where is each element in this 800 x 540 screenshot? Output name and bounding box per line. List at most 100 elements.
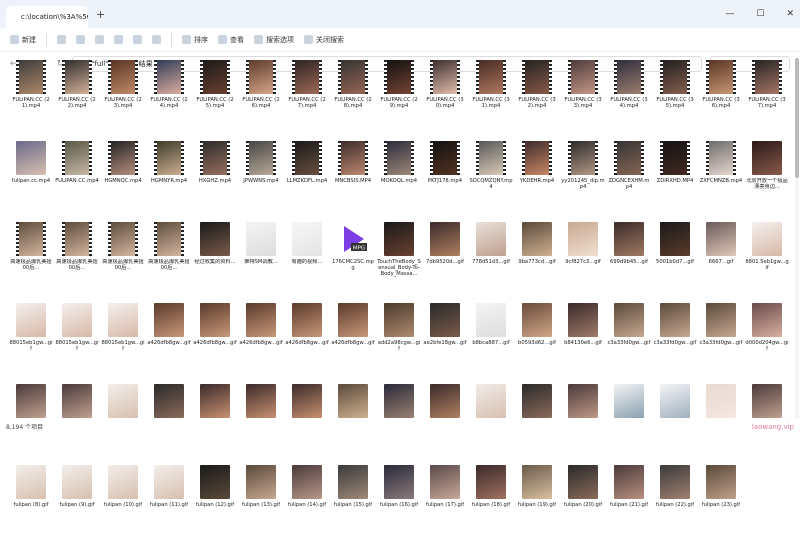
file-item[interactable]: 8801 5eb1gw...gif bbox=[744, 220, 790, 297]
file-item[interactable]: TouchTheBody_Sensual_Body-To-Body_Massa.… bbox=[376, 220, 422, 297]
file-item[interactable]: 5001b0d7...gif bbox=[652, 220, 698, 297]
copy-icon[interactable] bbox=[76, 35, 85, 44]
file-item[interactable]: 7db9520d...gif bbox=[422, 220, 468, 297]
view-button[interactable]: 查看 bbox=[218, 35, 244, 45]
file-item[interactable]: fulipan (10).gif bbox=[100, 463, 146, 540]
new-button[interactable]: 新建 bbox=[10, 35, 36, 45]
file-item[interactable]: FULIPAN.CC (36).mp4 bbox=[698, 58, 744, 135]
file-item[interactable]: a426dfb8gw...gif bbox=[238, 301, 284, 378]
file-item[interactable]: fulipan (12).gif bbox=[192, 463, 238, 540]
minimize-button[interactable]: — bbox=[725, 9, 734, 19]
file-item[interactable]: SDCQMZQNY.mp4 bbox=[468, 139, 514, 216]
search-options-button[interactable]: 搜索选项 bbox=[254, 35, 294, 45]
rename-icon[interactable] bbox=[114, 35, 123, 44]
close-window-button[interactable]: ✕ bbox=[786, 9, 794, 19]
new-tab-button[interactable]: + bbox=[96, 8, 105, 21]
file-item[interactable]: 6667...gif bbox=[698, 220, 744, 297]
file-item[interactable]: LLMZKDFL.mp4 bbox=[284, 139, 330, 216]
file-item[interactable]: FULIPAN.CC (23).mp4 bbox=[100, 58, 146, 135]
file-item[interactable]: c3a33fd0gw...gif bbox=[698, 301, 744, 378]
file-item[interactable]: 高速极品爆乳美妞00后... bbox=[100, 220, 146, 297]
file-item[interactable]: fulipan (15).gif bbox=[330, 463, 376, 540]
cut-icon[interactable] bbox=[57, 35, 66, 44]
file-item[interactable]: fulipan (8).gif bbox=[8, 463, 54, 540]
file-item[interactable]: 高速极品爆乳美妞00后... bbox=[8, 220, 54, 297]
file-item[interactable]: FULIPAN.CC (24).mp4 bbox=[146, 58, 192, 135]
file-item[interactable]: FULIPAN.CC.mp4 bbox=[54, 139, 100, 216]
file-item[interactable]: JPWWNS.mp4 bbox=[238, 139, 284, 216]
sort-button[interactable]: 排序 bbox=[182, 35, 208, 45]
tab-current[interactable]: c:\location\%3A%5C%5Cful ✕ bbox=[6, 6, 88, 28]
file-item[interactable]: 88015eb1gw...gif bbox=[54, 301, 100, 378]
file-item[interactable]: a426dfb8gw...gif bbox=[146, 301, 192, 378]
file-item[interactable]: ae2bfe18gw...gif bbox=[422, 301, 468, 378]
file-item[interactable]: FULIPAN.CC (22).mp4 bbox=[54, 58, 100, 135]
scrollbar[interactable] bbox=[795, 58, 799, 420]
file-item[interactable]: 9cf827c3...gif bbox=[560, 220, 606, 297]
file-item[interactable]: HGMNYR.mp4 bbox=[146, 139, 192, 216]
file-item[interactable]: FULIPAN.CC (30).mp4 bbox=[422, 58, 468, 135]
file-item[interactable]: 北京开放一个极品漂亮身边... bbox=[744, 139, 790, 216]
scrollbar-thumb[interactable] bbox=[795, 58, 799, 178]
file-item[interactable]: a426dfb8gw...gif bbox=[330, 301, 376, 378]
file-item[interactable]: fulipan (23).gif bbox=[698, 463, 744, 540]
file-item[interactable]: a426dfb8gw...gif bbox=[192, 301, 238, 378]
file-item[interactable]: 88015eb1gw...gif bbox=[8, 301, 54, 378]
file-item[interactable]: ZDIRXHD.MP4 bbox=[652, 139, 698, 216]
file-item[interactable]: fulipan (9).gif bbox=[54, 463, 100, 540]
file-item[interactable]: YKDEHR.mp4 bbox=[514, 139, 560, 216]
file-item[interactable]: FULIPAN.CC (35).mp4 bbox=[652, 58, 698, 135]
file-item[interactable]: FULIPAN.CC (29).mp4 bbox=[376, 58, 422, 135]
file-item[interactable]: MNCBSIS.MP4 bbox=[330, 139, 376, 216]
file-item[interactable]: ZDGNCEXHM.mp4 bbox=[606, 139, 652, 216]
file-item[interactable]: FULIPAN.CC (32).mp4 bbox=[514, 58, 560, 135]
file-item[interactable]: FULIPAN.CC (21).mp4 bbox=[8, 58, 54, 135]
share-icon[interactable] bbox=[133, 35, 142, 44]
file-item[interactable]: fulipan (19).gif bbox=[514, 463, 560, 540]
paste-icon[interactable] bbox=[95, 35, 104, 44]
file-item[interactable]: 699d9b45...gif bbox=[606, 220, 652, 297]
file-item[interactable]: yy201245_dip.mp4 bbox=[560, 139, 606, 216]
file-item[interactable]: fulipan (13).gif bbox=[238, 463, 284, 540]
file-item[interactable]: fulipan (22).gif bbox=[652, 463, 698, 540]
file-item[interactable]: a426dfb8gw...gif bbox=[284, 301, 330, 378]
file-item[interactable]: PKTJ178.mp4 bbox=[422, 139, 468, 216]
file-item[interactable]: 9ba773cd...gif bbox=[514, 220, 560, 297]
file-item[interactable]: FULIPAN.CC (26).mp4 bbox=[238, 58, 284, 135]
file-item[interactable]: c3a33fd0gw...gif bbox=[652, 301, 698, 378]
file-item[interactable]: 有趣的视频... bbox=[284, 220, 330, 297]
file-item[interactable]: FULIPAN.CC (28).mp4 bbox=[330, 58, 376, 135]
delete-icon[interactable] bbox=[152, 35, 161, 44]
file-item[interactable]: b84130e6...gif bbox=[560, 301, 606, 378]
file-item[interactable]: FULIPAN.CC (25).mp4 bbox=[192, 58, 238, 135]
file-item[interactable]: HGMNQC.mp4 bbox=[100, 139, 146, 216]
file-item[interactable]: d000d204gw...gif bbox=[744, 301, 790, 378]
file-item[interactable]: 推特SM调教... bbox=[238, 220, 284, 297]
file-item[interactable]: fulipan (16).gif bbox=[376, 463, 422, 540]
file-item[interactable]: FULIPAN.CC (33).mp4 bbox=[560, 58, 606, 135]
file-item[interactable]: 高速极品爆乳美妞00后... bbox=[146, 220, 192, 297]
maximize-button[interactable]: ☐ bbox=[756, 9, 764, 19]
file-item[interactable]: c3a33fd0gw...gif bbox=[606, 301, 652, 378]
file-item[interactable]: fulipan (18).gif bbox=[468, 463, 514, 540]
file-item[interactable]: FULIPAN.CC (37).mp4 bbox=[744, 58, 790, 135]
file-item[interactable]: fulipan (14).gif bbox=[284, 463, 330, 540]
file-item[interactable]: 778d51d3...gif bbox=[468, 220, 514, 297]
file-item[interactable]: fulipan (20).gif bbox=[560, 463, 606, 540]
file-item[interactable]: fulipan (21).gif bbox=[606, 463, 652, 540]
file-item[interactable]: FULIPAN.CC (31).mp4 bbox=[468, 58, 514, 135]
file-item[interactable]: HXGHZ.mp4 bbox=[192, 139, 238, 216]
file-item[interactable]: fulipan (11).gif bbox=[146, 463, 192, 540]
file-item[interactable]: FULIPAN.CC (27).mp4 bbox=[284, 58, 330, 135]
close-search-button[interactable]: 关闭搜索 bbox=[304, 35, 344, 45]
file-item[interactable]: 经过收集的资料... bbox=[192, 220, 238, 297]
file-item[interactable]: MOKOQL.mp4 bbox=[376, 139, 422, 216]
file-item[interactable]: 高速极品爆乳美妞00后... bbox=[54, 220, 100, 297]
file-item[interactable]: FULIPAN.CC (34).mp4 bbox=[606, 58, 652, 135]
file-item[interactable]: fulipan.cc.mp4 bbox=[8, 139, 54, 216]
file-item[interactable]: fulipan (17).gif bbox=[422, 463, 468, 540]
file-item[interactable]: b8bca887...gif bbox=[468, 301, 514, 378]
file-item[interactable]: MPG176CMC2SC.mpg bbox=[330, 220, 376, 297]
file-item[interactable]: b0593d62...gif bbox=[514, 301, 560, 378]
file-item[interactable]: add2a98cgw...gif bbox=[376, 301, 422, 378]
